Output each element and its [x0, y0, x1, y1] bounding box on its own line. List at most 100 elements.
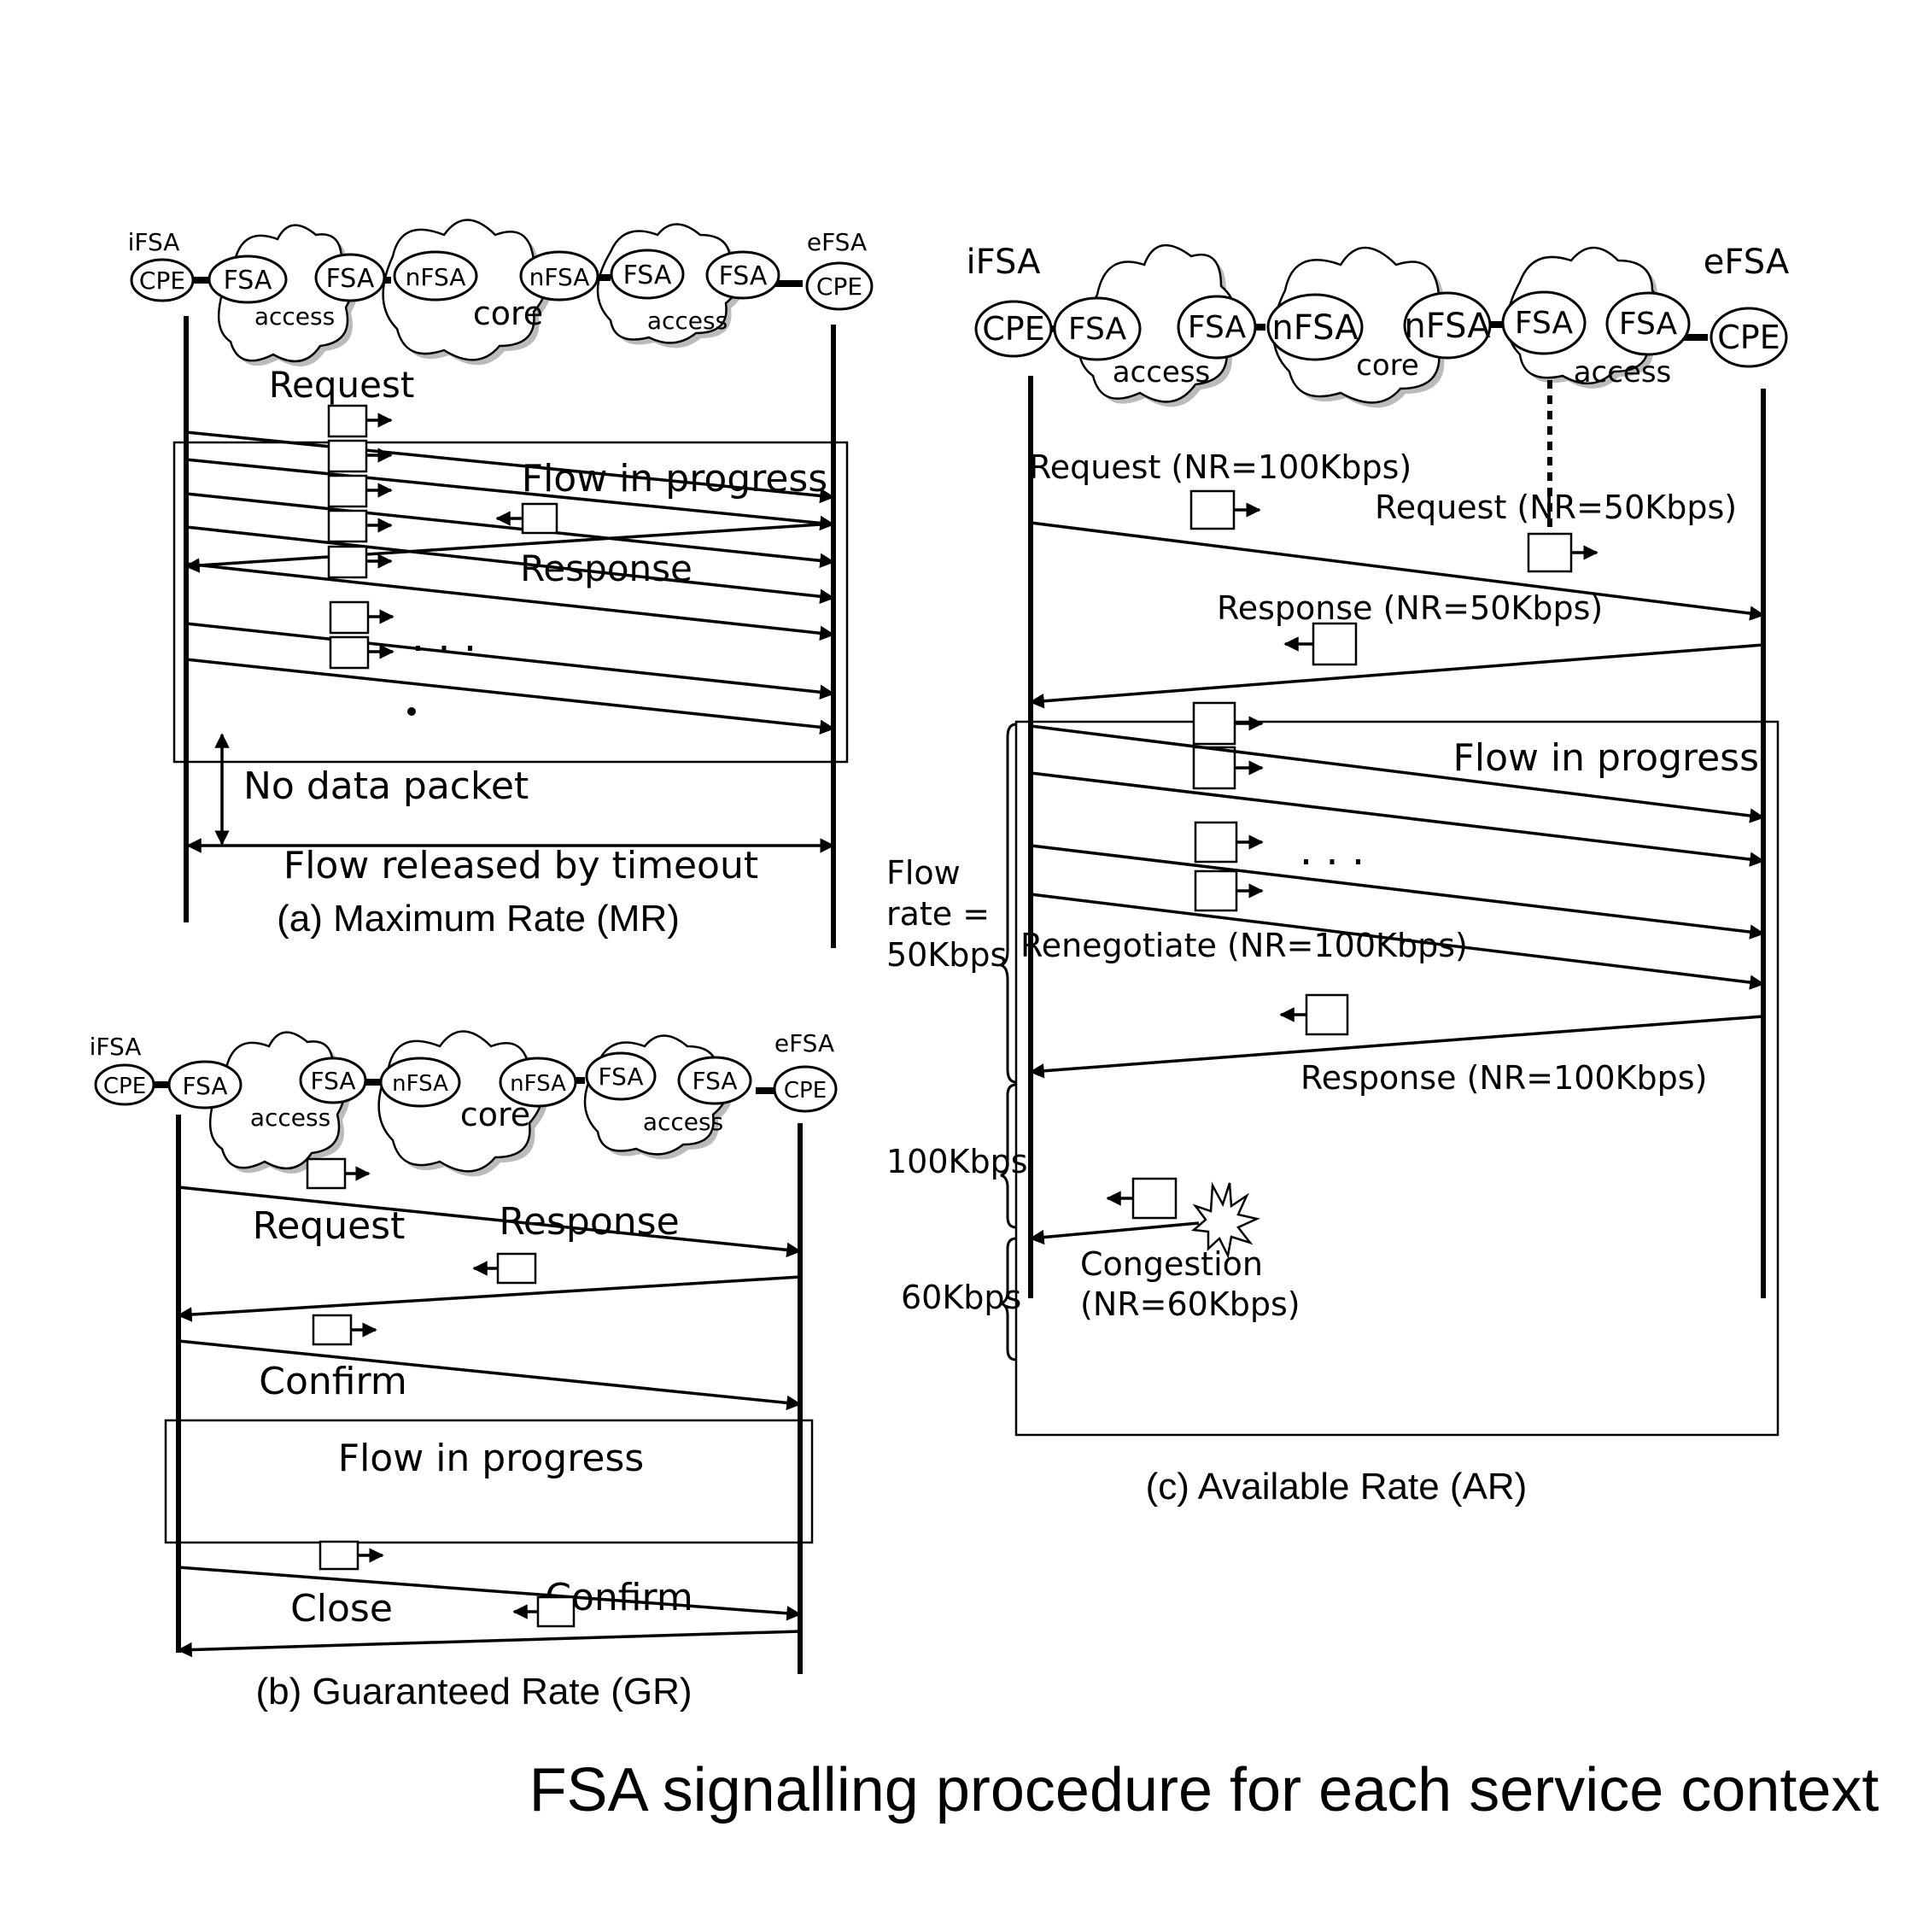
- request-label: Request: [269, 364, 415, 406]
- cloud-label: access: [1574, 355, 1672, 389]
- cloud-label: core: [1356, 348, 1419, 383]
- packet-icon: [1194, 821, 1264, 864]
- response-packet-icon: [1283, 622, 1358, 666]
- ellipsis: . . .: [412, 613, 476, 661]
- close-label: Close: [290, 1587, 393, 1630]
- response-arrow: [177, 1275, 801, 1322]
- cloud-label: access: [647, 307, 728, 335]
- response-packet-icon: [512, 1595, 576, 1628]
- network-topology-c: CPE FSA FSA nFSA nFSA FSA FSA CPE access…: [967, 243, 1790, 408]
- flow-in-progress-label: Flow in progress: [338, 1437, 644, 1480]
- congestion-arrow: [1029, 1221, 1200, 1245]
- rate-braces: [1000, 723, 1017, 1361]
- response1-label: Response (NR=50Kbps): [1217, 589, 1603, 627]
- node-label: CPE: [139, 266, 185, 295]
- node-label: nFSA: [1404, 307, 1491, 346]
- response-packet-icon: [472, 1252, 537, 1285]
- congestion-label: Congestion: [1080, 1245, 1263, 1283]
- response-packet-icon: [1106, 1177, 1178, 1220]
- egress-label: eFSA: [1704, 243, 1790, 282]
- cloud-label: core: [473, 295, 543, 332]
- cloud-label: core: [460, 1096, 530, 1133]
- request2-label: Request (NR=50Kbps): [1375, 489, 1737, 526]
- response-packet-icon: [1279, 993, 1349, 1036]
- caption-a: (a) Maximum Rate (MR): [277, 898, 680, 940]
- panel-maximum-rate: CPE FSA FSA nFSA nFSA FSA FSA CPE access…: [128, 219, 874, 948]
- no-data-packet-label: No data packet: [243, 764, 529, 808]
- flow-in-progress-label: Flow in progress: [522, 457, 827, 501]
- response2-label: Response (NR=100Kbps): [1300, 1059, 1707, 1097]
- cloud-label: access: [1113, 355, 1211, 389]
- panel-available-rate: CPE FSA FSA nFSA nFSA FSA FSA CPE access…: [886, 243, 1790, 1508]
- congestion-nr-label: (NR=60Kbps): [1080, 1285, 1300, 1323]
- packet-icon: [1194, 869, 1264, 912]
- node-label: FSA: [692, 1067, 737, 1095]
- response-label: Response: [499, 1200, 679, 1244]
- node-label: FSA: [310, 1067, 355, 1095]
- data-packet-arrow: [185, 622, 835, 700]
- rate-60kbps-label: 60Kbps: [901, 1279, 1021, 1316]
- node-label: nFSA: [510, 1071, 566, 1097]
- cloud-label: access: [254, 302, 335, 331]
- data-packet-arrow: [185, 492, 835, 569]
- panel-guaranteed-rate: CPE FSA FSA nFSA nFSA FSA FSA CPE access…: [90, 1029, 838, 1712]
- flow-released-label: Flow released by timeout: [283, 844, 758, 887]
- figure-title: FSA signalling procedure for each servic…: [529, 1756, 1879, 1824]
- data-packet-arrow: [185, 658, 835, 735]
- flow-rate-label-line1: Flow: [886, 854, 961, 892]
- network-topology-b: CPE FSA FSA nFSA nFSA FSA FSA CPE access…: [90, 1029, 838, 1177]
- network-topology-a: CPE FSA FSA nFSA nFSA FSA FSA CPE access…: [128, 219, 874, 366]
- close-confirm-arrow: [177, 1630, 801, 1658]
- caption-b: (b) Guaranteed Rate (GR): [255, 1671, 692, 1712]
- node-label: FSA: [623, 261, 672, 290]
- node-label: CPE: [816, 272, 862, 301]
- data-packet-arrow: [185, 562, 835, 641]
- ellipsis: . . .: [1300, 827, 1365, 875]
- packet-icon: [306, 1157, 371, 1190]
- confirm-label: Confirm: [259, 1360, 406, 1403]
- node-label: nFSA: [529, 263, 590, 291]
- rate-50kbps-label: 50Kbps: [886, 936, 1007, 974]
- egress-label: eFSA: [807, 228, 867, 256]
- node-label: FSA: [326, 264, 375, 294]
- data-packet-arrow: [185, 525, 835, 604]
- ingress-label: iFSA: [90, 1033, 142, 1061]
- renegotiate-label: Renegotiate (NR=100Kbps): [1020, 927, 1468, 964]
- packet-icon: [319, 1540, 384, 1571]
- rate-100kbps-label: 100Kbps: [886, 1143, 1028, 1180]
- packet-icon: [1192, 701, 1264, 746]
- packet-icon: [327, 439, 393, 473]
- response-arrow: [184, 522, 834, 573]
- node-label: CPE: [982, 310, 1044, 348]
- node-label: nFSA: [392, 1071, 448, 1097]
- node-label: CPE: [784, 1078, 827, 1104]
- packet-icon: [329, 635, 395, 670]
- node-label: FSA: [598, 1063, 643, 1091]
- node-label: FSA: [719, 261, 768, 291]
- packet-icon: [327, 404, 393, 438]
- ellipsis-dot: [407, 707, 416, 716]
- node-label: CPE: [1717, 319, 1780, 356]
- packet-icon: [1189, 489, 1261, 530]
- data-packet-arrow: [1030, 844, 1765, 940]
- response-label: Response: [520, 547, 693, 589]
- packet-icon: [327, 545, 393, 579]
- packet-icon: [1527, 532, 1598, 573]
- data-packet-arrow: [1030, 771, 1765, 867]
- node-label: CPE: [103, 1074, 146, 1099]
- diagram-canvas: CPE FSA FSA nFSA nFSA FSA FSA CPE access…: [90, 219, 1879, 1824]
- node-label: nFSA: [1271, 308, 1359, 348]
- cloud-label: access: [643, 1108, 723, 1136]
- packet-icon: [312, 1314, 377, 1346]
- close-arrow: [178, 1566, 802, 1621]
- egress-label: eFSA: [774, 1029, 834, 1057]
- packet-icon: [329, 600, 395, 635]
- node-label: FSA: [1515, 306, 1574, 341]
- flow-rate-label-line2: rate =: [886, 895, 990, 933]
- cloud-label: access: [250, 1104, 330, 1132]
- node-label: FSA: [1188, 310, 1247, 345]
- node-label: nFSA: [406, 263, 466, 291]
- node-label: FSA: [224, 266, 272, 296]
- ingress-label: iFSA: [967, 243, 1042, 282]
- node-label: FSA: [1619, 307, 1678, 342]
